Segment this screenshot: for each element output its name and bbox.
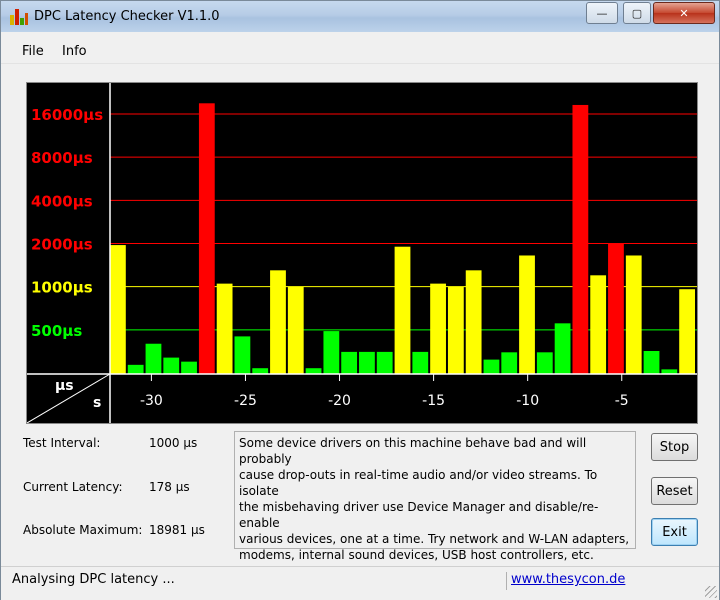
latency-bar [163, 357, 180, 374]
latency-bar [608, 243, 624, 374]
x-tick-label: -30 [140, 393, 163, 409]
y-tick-label: 500µs [31, 322, 82, 340]
stop-button[interactable]: Stop [651, 433, 698, 461]
latency-bar [252, 368, 269, 374]
x-tick-label: -20 [328, 393, 351, 409]
latency-bar [483, 359, 500, 374]
app-window: DPC Latency Checker V1.1.0 — ▢ ✕ File In… [0, 0, 720, 600]
latency-bar [643, 351, 660, 374]
y-tick-label: 1000µs [31, 279, 93, 297]
message-line: Some device drivers on this machine beha… [239, 436, 587, 466]
latency-bar [572, 104, 589, 375]
latency-bar [625, 255, 642, 374]
maximize-icon: ▢ [631, 6, 643, 20]
status-bar: Analysing DPC latency ... www.thesycon.d… [1, 566, 719, 600]
latency-bar [234, 336, 251, 374]
x-unit-label: s [93, 395, 101, 411]
latency-bar [181, 361, 197, 374]
latency-chart: 16000µs 8000µs 4000µs 2000µs 1000µs 500µs µs s -… [26, 82, 698, 424]
close-button[interactable]: ✕ [653, 2, 715, 24]
latency-bar [198, 103, 215, 375]
x-tick-label: -5 [615, 393, 629, 409]
y-tick-label: 2000µs [31, 236, 93, 254]
maximize-button[interactable]: ▢ [623, 2, 651, 24]
latency-bar [519, 255, 535, 374]
menu-info[interactable]: Info [62, 44, 87, 59]
absolute-maximum-label: Absolute Maximum: [23, 523, 143, 537]
latency-bar [590, 275, 607, 374]
latency-bar [305, 368, 322, 374]
test-interval-value: 1000 µs [149, 436, 198, 450]
y-unit-label: µs [55, 378, 74, 394]
latency-bar [270, 270, 286, 374]
chart-canvas: 16000µs 8000µs 4000µs 2000µs 1000µs 500µs µs s -… [26, 83, 697, 424]
latency-bar [287, 286, 304, 374]
current-latency-label: Current Latency: [23, 480, 123, 494]
latency-bar [216, 283, 233, 374]
message-line: various devices, one at a time. Try netw… [239, 532, 630, 546]
message-line: modems, internal sound devices, USB host… [239, 548, 594, 562]
close-icon: ✕ [679, 6, 689, 20]
latency-bar [447, 286, 464, 374]
y-tick-label: 8000µs [31, 149, 93, 167]
website-link[interactable]: www.thesycon.de [511, 572, 625, 587]
reset-button[interactable]: Reset [651, 477, 698, 505]
current-latency-value: 178 µs [149, 480, 190, 494]
latency-bar [394, 246, 411, 374]
latency-bar [430, 283, 446, 374]
latency-bar [465, 270, 482, 374]
app-icon [10, 9, 28, 25]
message-line: the misbehaving driver use Device Manage… [239, 500, 599, 530]
menu-bar: File Info [1, 41, 719, 64]
x-tick-label: -10 [516, 393, 539, 409]
latency-bar [679, 289, 695, 374]
latency-bar [536, 352, 553, 374]
menu-file[interactable]: File [22, 44, 44, 59]
message-box: Some device drivers on this machine beha… [234, 431, 636, 562]
latency-bar [412, 351, 429, 374]
absolute-maximum-value: 18981 µs [149, 523, 205, 537]
y-tick-label: 4000µs [31, 192, 93, 210]
exit-button[interactable]: Exit [651, 518, 698, 546]
latency-bar [323, 331, 340, 374]
resize-grip[interactable] [705, 586, 717, 598]
latency-bar [554, 323, 571, 374]
latency-bar [341, 351, 358, 374]
latency-bar [145, 343, 162, 374]
latency-bar [110, 245, 126, 374]
status-text: Analysing DPC latency ... [12, 572, 175, 587]
latency-bar [376, 351, 393, 374]
title-bar[interactable]: DPC Latency Checker V1.1.0 — ▢ ✕ [1, 1, 719, 32]
latency-bar [501, 352, 518, 374]
latency-bar [127, 364, 144, 374]
latency-bar [359, 351, 375, 374]
x-tick-label: -25 [234, 393, 257, 409]
y-tick-label: 16000µs [31, 106, 103, 124]
minimize-button[interactable]: — [586, 2, 618, 24]
window-title: DPC Latency Checker V1.1.0 [34, 9, 220, 24]
test-interval-label: Test Interval: [23, 436, 101, 450]
x-tick-label: -15 [422, 393, 445, 409]
status-separator [506, 572, 507, 590]
message-line: cause drop-outs in real-time audio and/o… [239, 468, 598, 498]
minimize-icon: — [596, 6, 608, 20]
